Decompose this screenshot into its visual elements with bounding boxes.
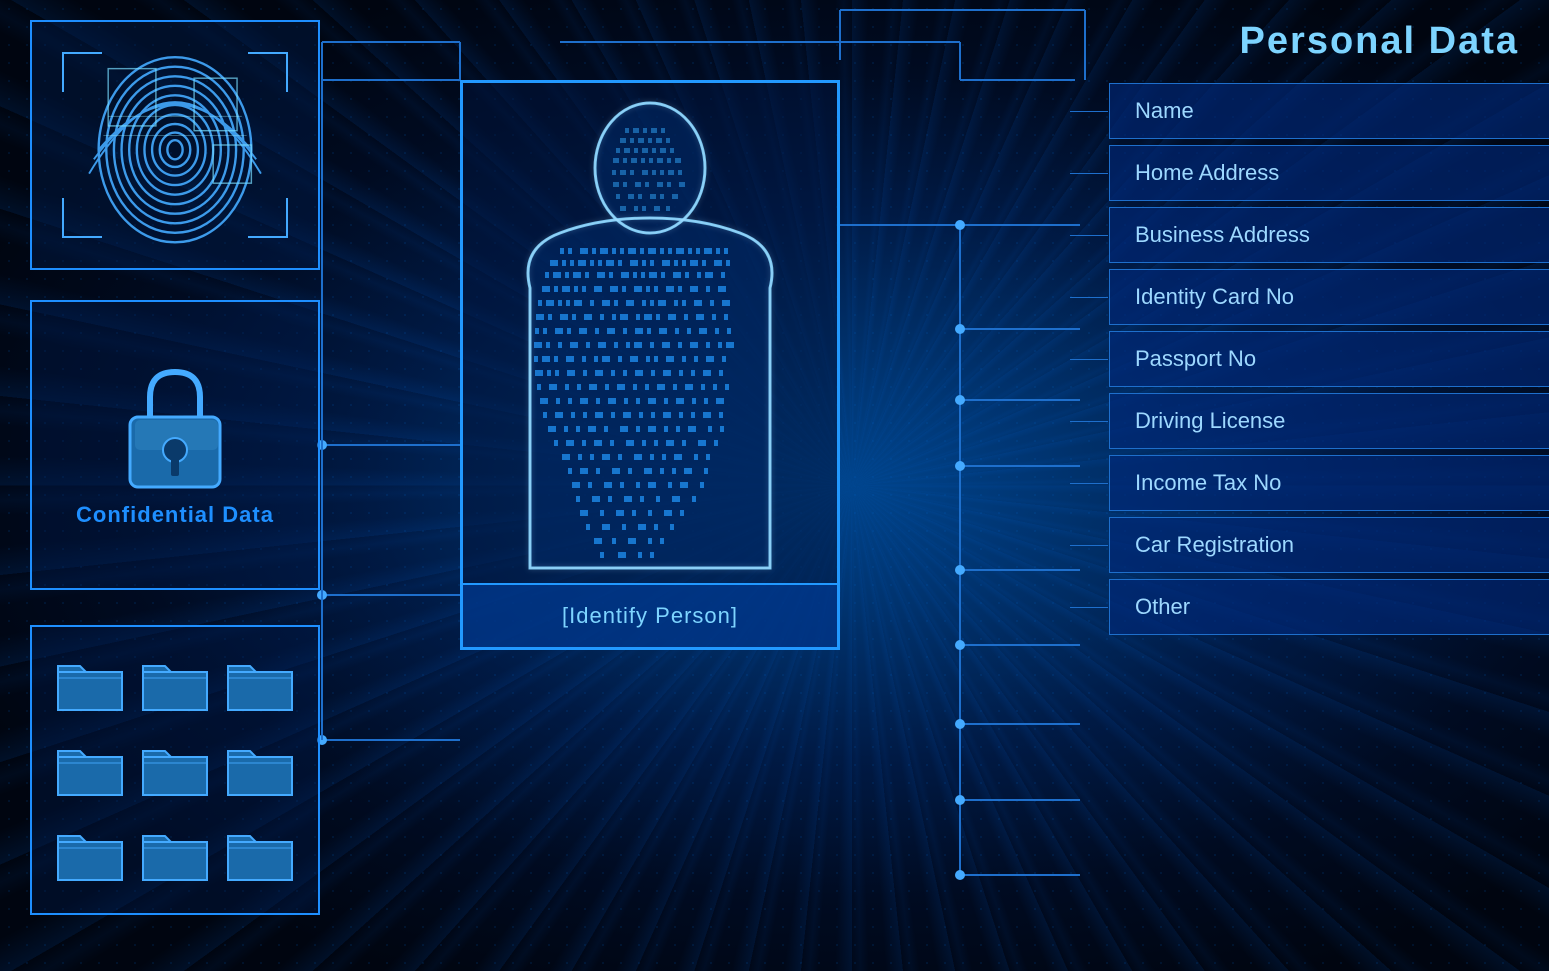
personal-data-title: Personal Data: [1069, 20, 1549, 63]
fingerprint-icon: [75, 40, 275, 250]
data-item-identity-card: Identity Card No: [1109, 269, 1549, 325]
personal-data-section: Personal Data Name Home Address Business…: [1069, 20, 1549, 635]
fp-corner-br: [248, 198, 288, 238]
person-area: [463, 83, 837, 583]
lock-icon: [115, 362, 235, 492]
fp-corner-tl: [62, 52, 102, 92]
fingerprint-panel: [30, 20, 320, 270]
data-item-passport: Passport No: [1109, 331, 1549, 387]
fp-corner-bl: [62, 198, 102, 238]
person-silhouette: [480, 88, 820, 578]
lock-panel: Confidential Data: [30, 300, 320, 590]
main-content: Confidential Data: [0, 0, 1549, 971]
folder-icon-8: [137, 818, 212, 893]
folder-icon-6: [223, 732, 298, 807]
folder-icon-3: [223, 647, 298, 722]
person-panel: [Identify Person]: [460, 80, 840, 650]
folder-icon-5: [137, 732, 212, 807]
data-items-list: Name Home Address Business Address Ident…: [1069, 83, 1549, 635]
data-item-income-tax: Income Tax No: [1109, 455, 1549, 511]
confidential-label: Confidential Data: [76, 502, 274, 528]
data-item-business-address: Business Address: [1109, 207, 1549, 263]
folder-icon-2: [137, 647, 212, 722]
folders-panel: [30, 625, 320, 915]
data-item-car-registration: Car Registration: [1109, 517, 1549, 573]
data-item-home-address: Home Address: [1109, 145, 1549, 201]
folder-icon-7: [52, 818, 127, 893]
fp-corner-tr: [248, 52, 288, 92]
folder-icon-4: [52, 732, 127, 807]
data-item-other: Other: [1109, 579, 1549, 635]
identify-label: [Identify Person]: [463, 583, 837, 647]
data-item-driving-license: Driving License: [1109, 393, 1549, 449]
folder-icon-1: [52, 647, 127, 722]
data-item-name: Name: [1109, 83, 1549, 139]
folder-icon-9: [223, 818, 298, 893]
